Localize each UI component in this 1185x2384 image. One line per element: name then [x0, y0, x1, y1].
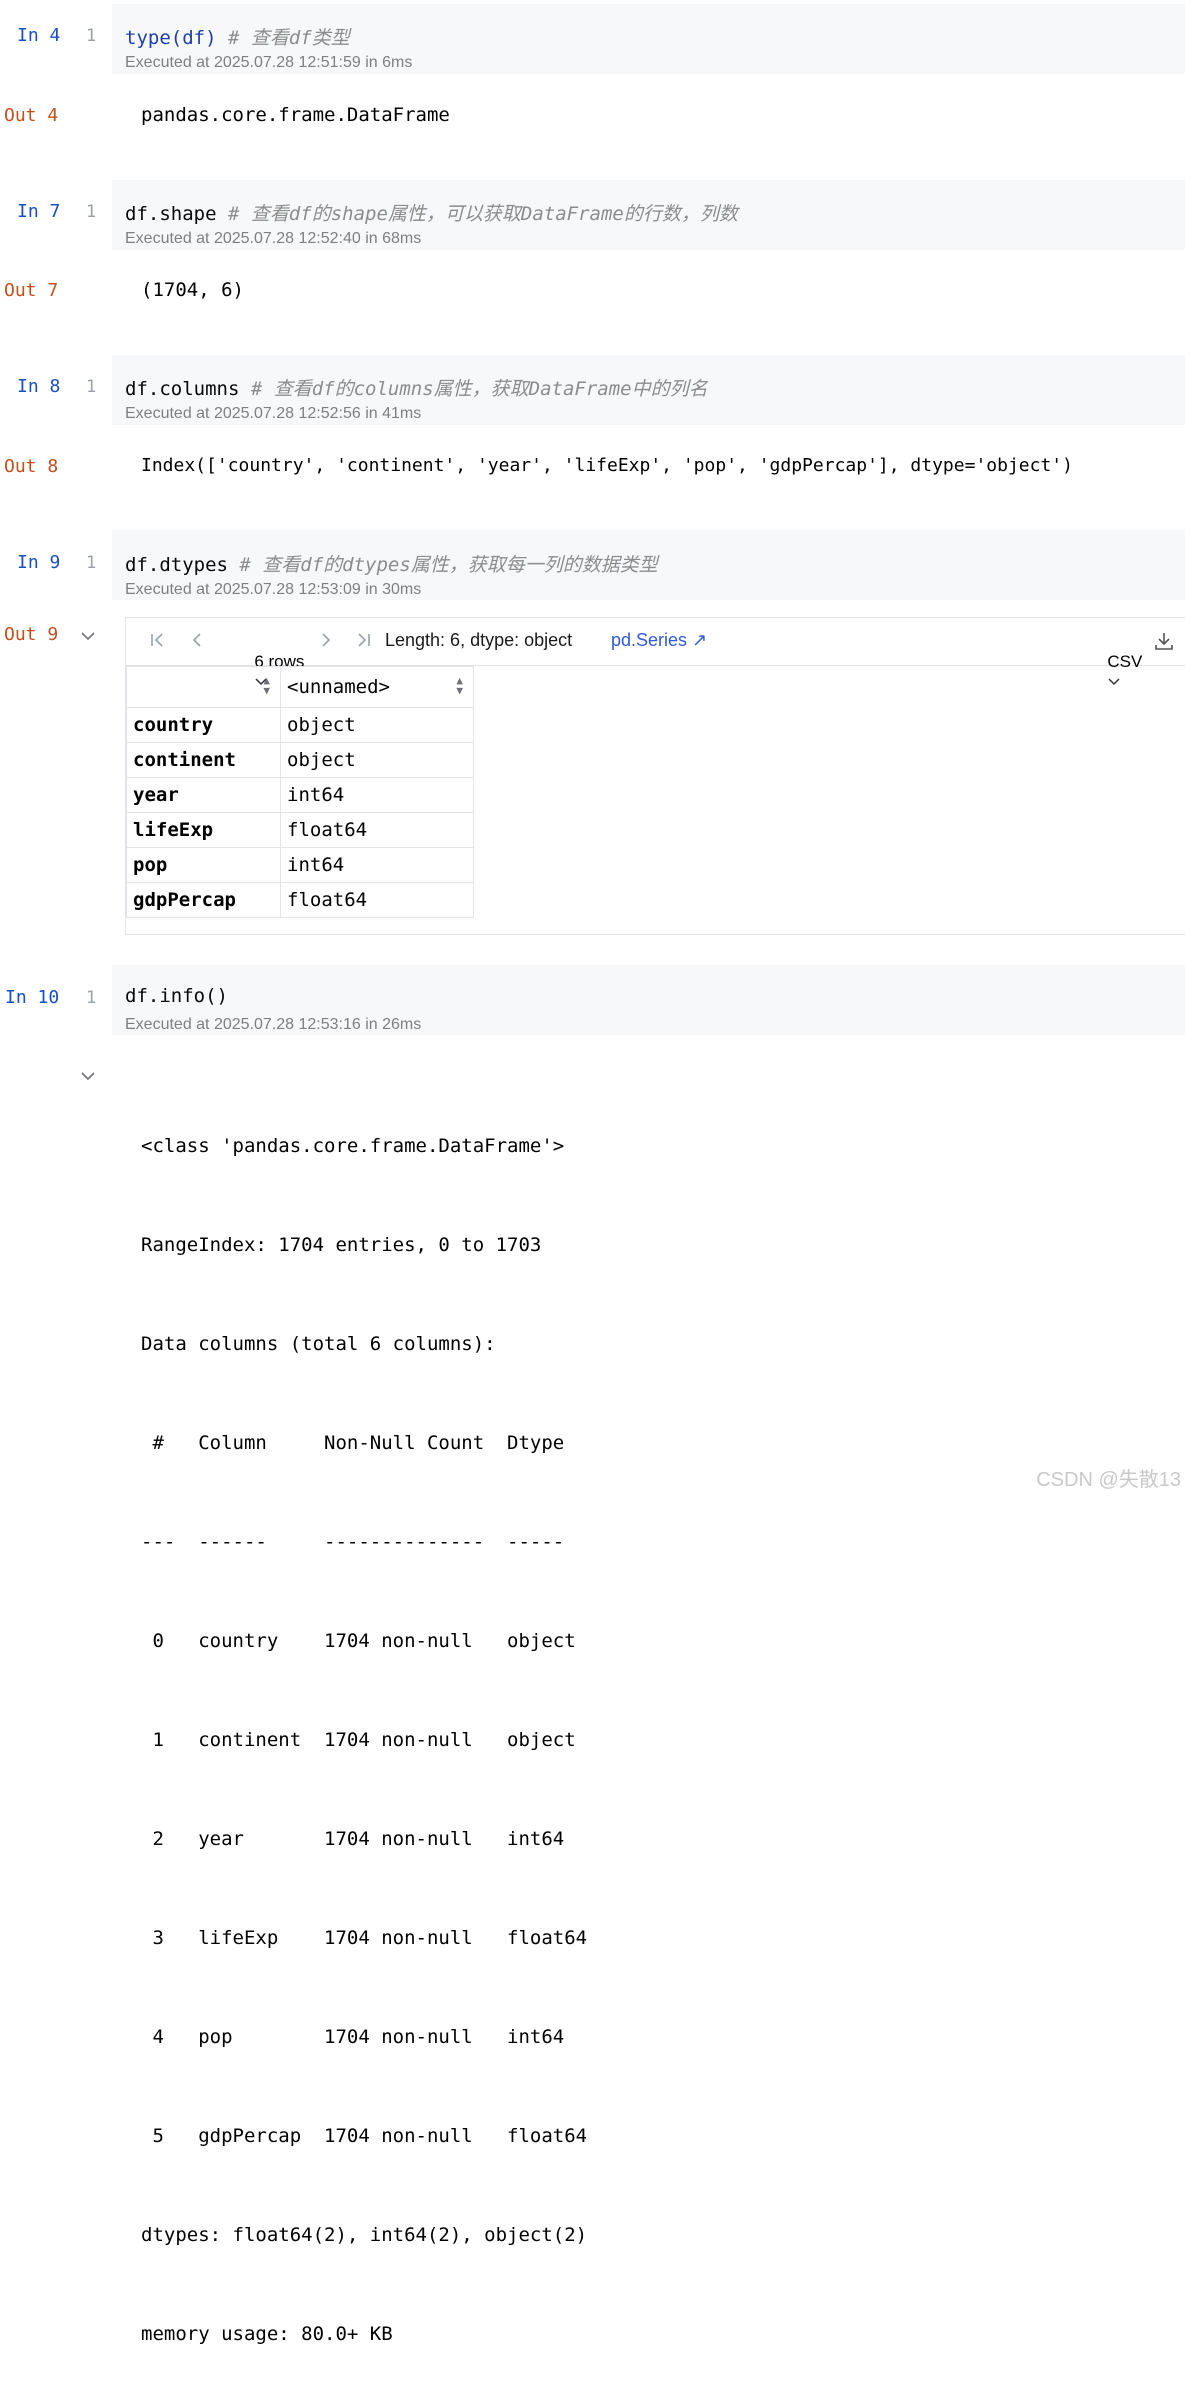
code-text: df.shape — [125, 203, 217, 225]
code-comment: # 查看df的shape属性，可以获取DataFrame的行数，列数 — [227, 203, 738, 225]
out-label: Out 7 — [4, 280, 59, 301]
code-comment: # 查看df类型 — [227, 27, 350, 49]
row-value: float64 — [280, 882, 474, 918]
execution-info: Executed at 2025.07.28 12:52:40 in 68ms — [125, 230, 422, 247]
series-table-output: 6 rows Length: 6, dtype: object pd.Serie… — [125, 617, 1185, 935]
line-number: 1 — [86, 553, 97, 573]
info-line: 1 continent 1704 non-null object — [141, 1729, 588, 1751]
chevron-down-icon[interactable] — [80, 1070, 96, 1086]
info-line: 0 country 1704 non-null object — [141, 1630, 588, 1652]
table-row: year int64 — [126, 777, 474, 813]
table-row: country object — [126, 707, 474, 743]
info-line: 2 year 1704 non-null int64 — [141, 1828, 588, 1850]
execution-info: Executed at 2025.07.28 12:51:59 in 6ms — [125, 54, 413, 71]
series-grid: ▲ ▼ <unnamed> ▲ ▼ country object continent ob… — [126, 666, 474, 918]
in-label: In 7 — [17, 201, 61, 222]
out-label: Out 4 — [4, 105, 59, 126]
code-line[interactable]: df.dtypes # 查看df的dtypes属性，获取每一列的数据类型 — [125, 550, 658, 577]
series-link[interactable]: pd.Series ↗ — [611, 630, 707, 651]
line-number: 1 — [86, 26, 97, 46]
execution-info: Executed at 2025.07.28 12:52:56 in 41ms — [125, 405, 422, 422]
watermark: CSDN @失散13 — [1036, 1469, 1181, 1491]
in-label: In 8 — [17, 376, 61, 397]
code-comment: # 查看df的dtypes属性，获取每一列的数据类型 — [239, 554, 658, 576]
info-line: 3 lifeExp 1704 non-null float64 — [141, 1927, 588, 1949]
cell-output: Index(['country', 'continent', 'year', '… — [141, 455, 1073, 476]
row-value: object — [280, 707, 474, 743]
chevron-down-icon[interactable] — [80, 630, 96, 646]
length-info: Length: 6, dtype: object — [385, 630, 573, 650]
out-label: Out 8 — [4, 456, 59, 477]
sort-icon[interactable]: ▲ ▼ — [456, 675, 463, 696]
chevron-down-icon — [1108, 678, 1120, 686]
row-value: object — [280, 742, 474, 778]
line-number: 1 — [86, 202, 97, 222]
info-line: --- ------ -------------- ----- — [141, 1531, 588, 1553]
column-header-label: <unnamed> — [287, 676, 390, 698]
row-name: gdpPercap — [126, 882, 281, 918]
first-page-icon[interactable] — [148, 631, 166, 654]
in-label: In 4 — [17, 25, 61, 46]
info-line: 5 gdpPercap 1704 non-null float64 — [141, 2125, 588, 2147]
next-page-icon[interactable] — [317, 631, 335, 654]
code-line[interactable]: df.shape # 查看df的shape属性，可以获取DataFrame的行数… — [125, 199, 738, 226]
last-page-icon[interactable] — [355, 631, 373, 654]
table-header-row: ▲ ▼ <unnamed> ▲ ▼ — [126, 666, 474, 708]
info-line: dtypes: float64(2), int64(2), object(2) — [141, 2224, 588, 2246]
table-row: lifeExp float64 — [126, 812, 474, 848]
code-comment: # 查看df的columns属性，获取DataFrame中的列名 — [250, 378, 708, 400]
execution-info: Executed at 2025.07.28 12:53:16 in 26ms — [125, 1016, 422, 1033]
line-number: 1 — [86, 988, 97, 1008]
row-name: lifeExp — [126, 812, 281, 848]
prev-page-icon[interactable] — [188, 631, 206, 654]
execution-info: Executed at 2025.07.28 12:53:09 in 30ms — [125, 581, 422, 598]
row-name: country — [126, 707, 281, 743]
info-line: 4 pop 1704 non-null int64 — [141, 2026, 588, 2048]
row-name: year — [126, 777, 281, 813]
info-line: Data columns (total 6 columns): — [141, 1333, 496, 1355]
row-value: int64 — [280, 777, 474, 813]
in-label: In 10 — [5, 987, 60, 1008]
column-header[interactable]: <unnamed> ▲ ▼ — [280, 666, 474, 708]
row-value: float64 — [280, 812, 474, 848]
csv-label: CSV — [1107, 652, 1143, 671]
info-line: memory usage: 80.0+ KB — [141, 2323, 393, 2345]
download-icon[interactable] — [1154, 631, 1174, 656]
code-line[interactable]: df.columns # 查看df的columns属性，获取DataFrame中… — [125, 374, 708, 401]
index-header[interactable]: ▲ ▼ — [126, 666, 281, 708]
table-row: pop int64 — [126, 847, 474, 883]
line-number: 1 — [86, 377, 97, 397]
code-text: df.info() — [125, 985, 228, 1007]
row-value: int64 — [280, 847, 474, 883]
csv-dropdown[interactable]: CSV — [1079, 632, 1142, 712]
code-text: df.columns — [125, 378, 240, 400]
table-row: gdpPercap float64 — [126, 882, 474, 918]
info-output: <class 'pandas.core.frame.DataFrame'> Ra… — [141, 1064, 587, 2384]
row-name: pop — [126, 847, 281, 883]
out-label: Out 9 — [4, 624, 59, 645]
cell-output: (1704, 6) — [141, 279, 244, 301]
code-line[interactable]: type(df) # 查看df类型 — [125, 23, 350, 50]
in-label: In 9 — [17, 552, 61, 573]
code-line[interactable]: df.info() — [125, 985, 228, 1007]
sort-icon[interactable]: ▲ ▼ — [263, 675, 270, 696]
info-line: RangeIndex: 1704 entries, 0 to 1703 — [141, 1234, 542, 1256]
table-row: continent object — [126, 742, 474, 778]
info-line: # Column Non-Null Count Dtype — [141, 1432, 588, 1454]
cell-output: pandas.core.frame.DataFrame — [141, 104, 450, 126]
row-name: continent — [126, 742, 281, 778]
code-text: type(df) — [125, 27, 217, 49]
info-line: <class 'pandas.core.frame.DataFrame'> — [141, 1135, 565, 1157]
table-toolbar: 6 rows Length: 6, dtype: object pd.Serie… — [126, 618, 1185, 686]
code-text: df.dtypes — [125, 554, 228, 576]
